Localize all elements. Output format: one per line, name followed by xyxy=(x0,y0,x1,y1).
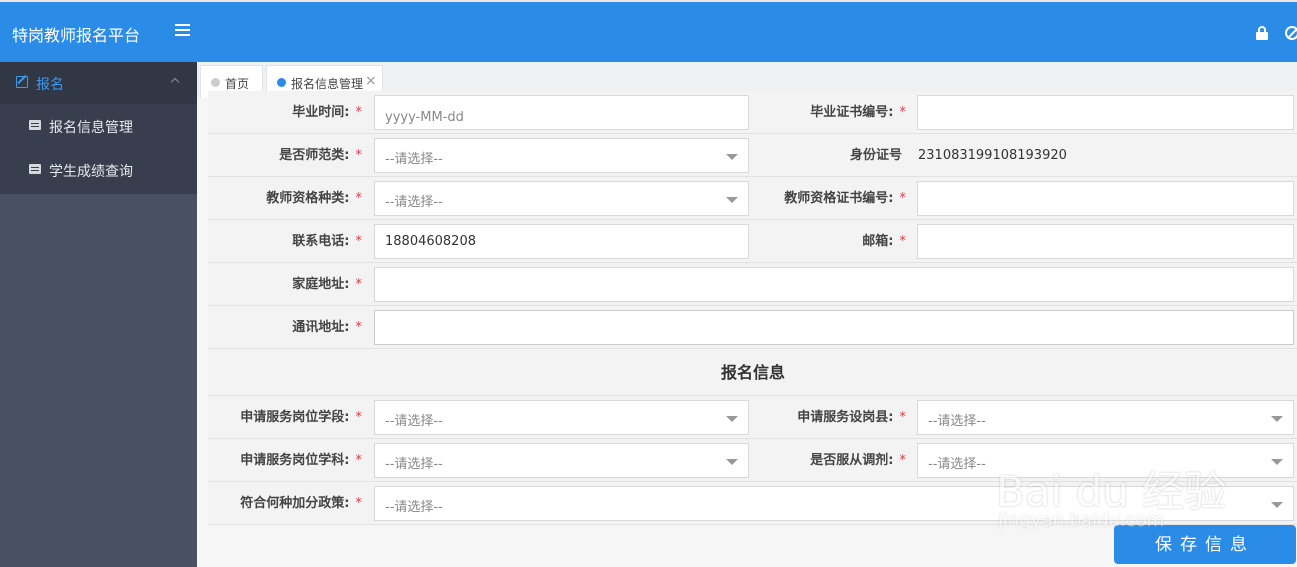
tab-label: 首页 xyxy=(225,77,250,91)
service-county-select[interactable]: --请选择-- xyxy=(917,400,1294,435)
graduation-date-input[interactable]: yyyy-MM-dd xyxy=(374,95,749,130)
menu-toggle-icon[interactable] xyxy=(175,24,190,37)
form-row: 符合何种加分政策: * --请选择-- xyxy=(208,482,1297,525)
form-row: 申请服务岗位学段: * --请选择-- 申请服务设岗县: * --请选择-- xyxy=(208,396,1297,439)
section-title: 报名信息 xyxy=(208,350,1297,396)
form-row: 是否师范类: * --请选择-- 身份证号 231083199108193920 xyxy=(208,134,1297,177)
save-button[interactable]: 保存信息 xyxy=(1114,525,1296,564)
field-label: 毕业证书编号: * xyxy=(810,105,906,120)
chevron-down-icon xyxy=(726,459,738,465)
card-icon xyxy=(29,164,41,174)
field-label: 是否服从调剂: * xyxy=(810,453,906,468)
sidebar-item-registration-management[interactable]: 报名信息管理 xyxy=(0,104,197,148)
is-normal-school-select[interactable]: --请选择-- xyxy=(374,138,749,173)
field-label: 申请服务岗位学段: * xyxy=(240,410,362,425)
field-label: 符合何种加分政策: * xyxy=(240,496,362,511)
sidebar: 报名 报名信息管理 学生成绩查询 xyxy=(0,62,197,567)
top-header: 特岗教师报名平台 xyxy=(0,0,1297,62)
chevron-down-icon xyxy=(726,416,738,422)
field-label: 身份证号 xyxy=(849,148,902,163)
lock-icon[interactable] xyxy=(1256,26,1268,40)
chevron-down-icon xyxy=(1271,502,1283,508)
chevron-down-icon xyxy=(1271,459,1283,465)
tab-dot xyxy=(277,78,286,87)
main-content: 毕业时间: * yyyy-MM-dd 毕业证书编号: * 是否师范类: * --请选择… xyxy=(197,91,1297,567)
app-title: 特岗教师报名平台 xyxy=(12,26,141,45)
nav-group-header[interactable]: 报名 xyxy=(0,62,197,104)
nav-group-label: 报名 xyxy=(36,77,64,93)
id-number-value: 231083199108193920 xyxy=(918,148,1067,163)
close-icon[interactable]: × xyxy=(365,73,377,89)
service-subject-select[interactable]: --请选择-- xyxy=(374,443,749,478)
sidebar-item-label: 学生成绩查询 xyxy=(49,164,133,180)
field-label: 申请服务岗位学科: * xyxy=(240,453,362,468)
field-label: 家庭地址: * xyxy=(292,277,362,292)
field-label: 教师资格证书编号: * xyxy=(784,191,906,206)
sidebar-item-score-query[interactable]: 学生成绩查询 xyxy=(0,148,197,192)
form-row: 申请服务岗位学科: * --请选择-- 是否服从调剂: * --请选择-- xyxy=(208,439,1297,482)
field-label: 邮箱: * xyxy=(862,234,906,249)
nav-group-baoming: 报名 报名信息管理 学生成绩查询 xyxy=(0,62,197,194)
service-stage-select[interactable]: --请选择-- xyxy=(374,400,749,435)
form-row: 通讯地址: * xyxy=(208,306,1297,349)
tab-dot xyxy=(211,78,220,87)
chevron-down-icon xyxy=(726,197,738,203)
teacher-qualification-type-select[interactable]: --请选择-- xyxy=(374,181,749,216)
form-row: 联系电话: * 18804608208 邮箱: * xyxy=(208,220,1297,263)
form-row: 家庭地址: * xyxy=(208,263,1297,306)
field-label: 申请服务设岗县: * xyxy=(797,410,906,425)
home-address-input[interactable] xyxy=(374,267,1294,302)
field-label: 教师资格种类: * xyxy=(266,191,362,206)
chevron-up-icon xyxy=(170,77,180,87)
edit-icon xyxy=(16,76,28,88)
bonus-policy-select[interactable]: --请选择-- xyxy=(374,486,1294,521)
form-row: 教师资格种类: * --请选择-- 教师资格证书编号: * xyxy=(208,177,1297,220)
chevron-down-icon xyxy=(1271,416,1283,422)
email-input[interactable] xyxy=(917,224,1294,259)
teacher-certificate-number-input[interactable] xyxy=(917,181,1294,216)
tab-label: 报名信息管理 xyxy=(291,77,364,91)
field-label: 毕业时间: * xyxy=(292,105,362,120)
field-label: 是否师范类: * xyxy=(279,148,362,163)
diploma-number-input[interactable] xyxy=(917,95,1294,130)
accept-adjustment-select[interactable]: --请选择-- xyxy=(917,443,1294,478)
chevron-down-icon xyxy=(726,154,738,160)
field-label: 通讯地址: * xyxy=(292,320,362,335)
card-icon xyxy=(29,120,41,130)
field-label: 联系电话: * xyxy=(292,234,362,249)
form-row: 毕业时间: * yyyy-MM-dd 毕业证书编号: * xyxy=(208,91,1297,134)
phone-input[interactable]: 18804608208 xyxy=(374,224,749,259)
sidebar-item-label: 报名信息管理 xyxy=(49,120,133,136)
mailing-address-input[interactable] xyxy=(374,310,1294,345)
logout-icon[interactable] xyxy=(1285,26,1297,40)
